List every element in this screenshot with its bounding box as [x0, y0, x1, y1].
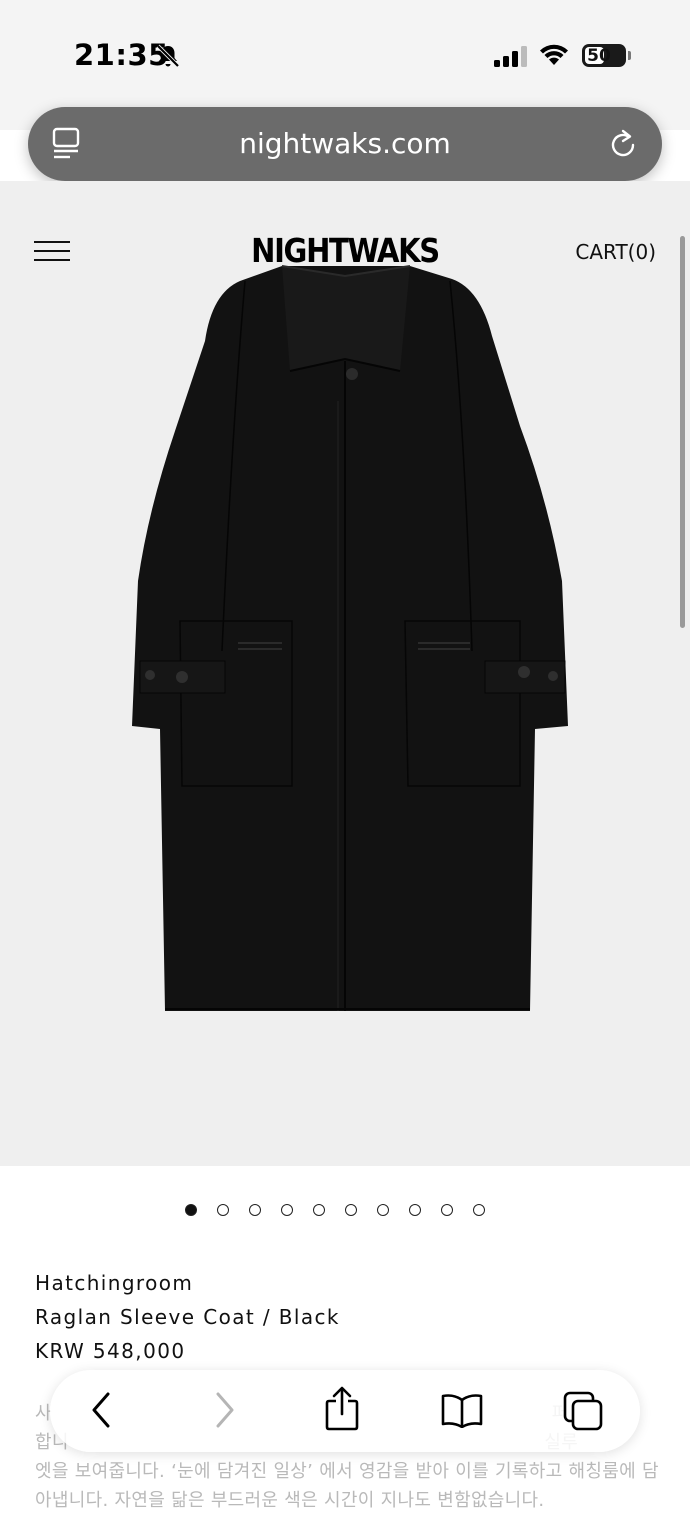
- bell-slash-icon: [156, 44, 180, 68]
- carousel-dot[interactable]: [281, 1204, 293, 1216]
- carousel-dot[interactable]: [185, 1204, 197, 1216]
- coat-product-image: [132, 265, 568, 1011]
- product-name: Raglan Sleeve Coat / Black: [35, 1305, 340, 1329]
- battery-percent: 50: [587, 46, 611, 66]
- share-icon[interactable]: [324, 1386, 360, 1432]
- product-info: Hatchingroom Raglan Sleeve Coat / Black …: [35, 1266, 340, 1368]
- product-image-carousel[interactable]: NIGHTWAKS CART(0): [0, 181, 690, 1166]
- carousel-pagination[interactable]: [185, 1204, 485, 1218]
- cart-link[interactable]: CART(0): [575, 240, 656, 264]
- battery-icon: 50: [582, 44, 626, 67]
- carousel-dot[interactable]: [249, 1204, 261, 1216]
- product-price: KRW 548,000: [35, 1339, 186, 1363]
- reload-icon[interactable]: [608, 128, 638, 160]
- bookmarks-icon[interactable]: [440, 1392, 484, 1428]
- carousel-dot[interactable]: [217, 1204, 229, 1216]
- brand-logo[interactable]: NIGHTWAKS: [41, 231, 648, 270]
- wifi-icon: [540, 44, 568, 65]
- carousel-dot[interactable]: [409, 1204, 421, 1216]
- carousel-dot[interactable]: [345, 1204, 357, 1216]
- carousel-dot[interactable]: [473, 1204, 485, 1216]
- browser-toolbar: [50, 1370, 640, 1452]
- back-icon[interactable]: [88, 1390, 114, 1430]
- battery-cap: [628, 51, 631, 60]
- description-line: 엣을 보여줍니다. ‘눈에 담겨진 일상’ 에서 영감을 받아 이를 기록하고 …: [35, 1461, 659, 1482]
- signal-icon: [494, 46, 527, 67]
- forward-icon[interactable]: [212, 1390, 238, 1430]
- carousel-dot[interactable]: [313, 1204, 325, 1216]
- product-brand[interactable]: Hatchingroom: [35, 1266, 340, 1300]
- description-line: 아냅니다. 자연을 닮은 부드러운 색은 시간이 지나도 변함없습니다.: [35, 1490, 545, 1511]
- carousel-dot[interactable]: [441, 1204, 453, 1216]
- url-text[interactable]: nightwaks.com: [28, 127, 662, 160]
- carousel-dot[interactable]: [377, 1204, 389, 1216]
- address-bar[interactable]: nightwaks.com: [28, 107, 662, 181]
- tabs-overview-icon[interactable]: [562, 1390, 604, 1432]
